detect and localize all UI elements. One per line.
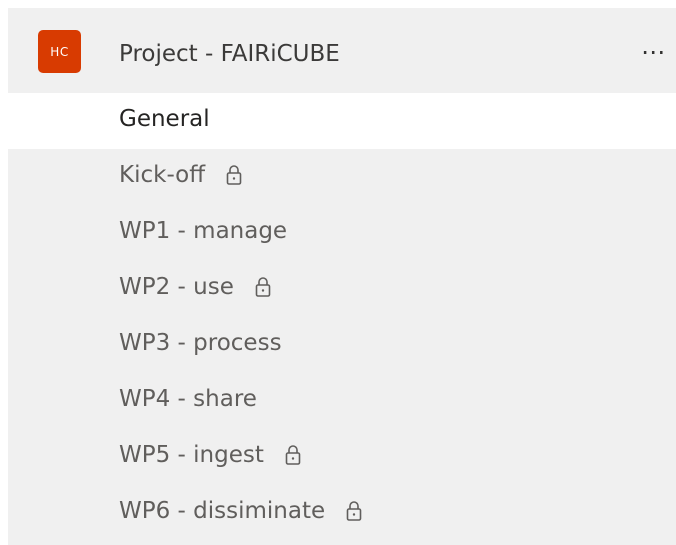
channel-wp5[interactable]: WP5 - ingest — [8, 429, 676, 485]
lock-icon — [345, 500, 363, 522]
channel-general[interactable]: General — [8, 93, 676, 149]
channel-wp2[interactable]: WP2 - use — [8, 261, 676, 317]
lock-icon — [225, 164, 243, 186]
lock-icon — [284, 444, 302, 466]
channel-label: WP1 - manage — [119, 218, 288, 244]
channel-label: WP4 - share — [119, 386, 257, 412]
team-avatar[interactable]: HC — [38, 30, 81, 73]
channel-label: Kick-off — [119, 162, 206, 188]
channel-wp4[interactable]: WP4 - share — [8, 373, 676, 429]
channel-wp6[interactable]: WP6 - dissiminate — [8, 485, 676, 541]
more-options-icon[interactable]: ⋯ — [638, 36, 668, 68]
team-header[interactable]: HC Project - FAIRiCUBE ⋯ — [8, 8, 676, 93]
lock-icon — [254, 276, 272, 298]
channel-label: WP6 - dissiminate — [119, 498, 326, 524]
channel-wp1[interactable]: WP1 - manage — [8, 205, 676, 261]
channel-wp3[interactable]: WP3 - process — [8, 317, 676, 373]
channel-label: General — [119, 106, 210, 132]
channel-label: WP3 - process — [119, 330, 282, 356]
channel-label: WP2 - use — [119, 274, 234, 300]
channel-label: WP5 - ingest — [119, 442, 264, 468]
channel-kick-off[interactable]: Kick-off — [8, 149, 676, 205]
team-name[interactable]: Project - FAIRiCUBE — [119, 41, 340, 67]
teams-channel-list: HC Project - FAIRiCUBE ⋯ General Kick-of… — [8, 8, 676, 545]
